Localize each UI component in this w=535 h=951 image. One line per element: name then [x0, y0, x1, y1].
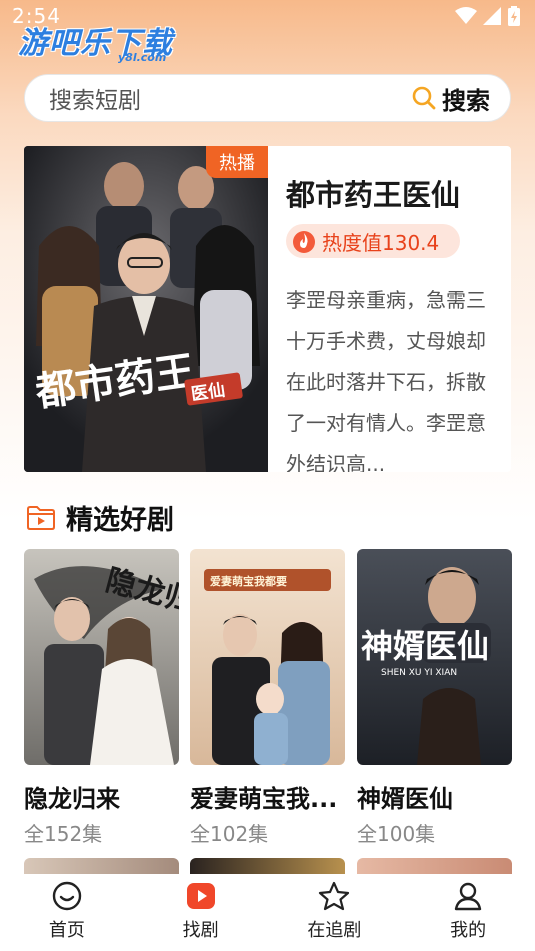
- drama-poster-art: 神婿医仙 SHEN XU YI XIAN: [357, 549, 512, 765]
- flame-icon: [293, 231, 315, 253]
- nav-label: 找剧: [182, 920, 219, 941]
- status-icons: [455, 6, 521, 26]
- drama-title[interactable]: 爱妻萌宝我...: [190, 779, 345, 814]
- drama-poster[interactable]: 神婿医仙 SHEN XU YI XIAN: [357, 549, 512, 765]
- nav-item-find[interactable]: 找剧: [146, 880, 256, 942]
- search-button[interactable]: 搜索: [412, 81, 490, 116]
- drama-poster-art: 隐龙归来: [24, 549, 179, 765]
- profile-icon: [454, 882, 482, 911]
- nav-item-profile[interactable]: 我的: [413, 880, 523, 942]
- bottom-navigation: 首页 找剧 在追剧 我的: [0, 874, 535, 951]
- search-icon: [412, 86, 436, 110]
- nav-item-home[interactable]: 首页: [12, 880, 122, 942]
- drama-poster[interactable]: 隐龙归来: [24, 549, 179, 765]
- watermark-logo: 游吧乐下载 y8l.com: [18, 18, 188, 66]
- featured-poster-art: 都市药王 医仙: [24, 146, 268, 472]
- featured-drama-card[interactable]: 都市药王 医仙 热播 都市药王医仙 热度值130.4 李罡母亲重病，急需三十万手…: [24, 146, 511, 472]
- nav-label: 在追剧: [307, 920, 362, 941]
- search-button-label: 搜索: [442, 86, 490, 115]
- drama-card[interactable]: 隐龙归来 隐龙归来 全152集: [24, 549, 179, 847]
- heat-score-badge: 热度值130.4: [286, 224, 460, 258]
- drama-poster-subtext: SHEN XU YI XIAN: [381, 668, 457, 678]
- search-input[interactable]: 搜索短剧: [49, 81, 141, 115]
- drama-episodes: 全102集: [190, 822, 269, 846]
- folder-play-icon: [27, 505, 55, 530]
- featured-poster[interactable]: 都市药王 医仙 热播: [24, 146, 268, 472]
- drama-title[interactable]: 神婿医仙: [357, 779, 512, 814]
- play-icon: [186, 883, 215, 909]
- hot-badge: 热播: [206, 146, 268, 178]
- watermark-subtext: y8l.com: [118, 51, 167, 64]
- drama-card[interactable]: 神婿医仙 SHEN XU YI XIAN 神婿医仙 全100集: [357, 549, 512, 847]
- search-bar[interactable]: 搜索短剧 搜索: [24, 74, 511, 122]
- drama-poster-art: 爱妻萌宝我都要: [190, 549, 345, 765]
- nav-label: 首页: [48, 920, 85, 941]
- nav-label: 我的: [450, 920, 487, 941]
- drama-poster-text: 神婿医仙: [361, 627, 489, 665]
- nav-item-following[interactable]: 在追剧: [279, 880, 389, 942]
- star-icon: [319, 881, 350, 911]
- featured-section-header: 精选好剧: [26, 498, 174, 537]
- featured-description: 李罡母亲重病，急需三十万手术费，丈母娘却在此时落井下石，拆散了一对有情人。李罡意…: [286, 288, 486, 472]
- drama-poster[interactable]: 爱妻萌宝我都要: [190, 549, 345, 765]
- drama-title[interactable]: 隐龙归来: [24, 779, 179, 814]
- featured-title[interactable]: 都市药王医仙: [286, 172, 460, 214]
- section-title: 精选好剧: [66, 505, 174, 536]
- heat-score: 热度值130.4: [322, 230, 440, 255]
- signal-icon: [483, 7, 501, 25]
- drama-episodes: 全100集: [357, 822, 436, 846]
- drama-card[interactable]: 爱妻萌宝我都要 爱妻萌宝我... 全102集: [190, 549, 345, 847]
- home-icon: [52, 881, 82, 911]
- wifi-icon: [455, 7, 477, 24]
- drama-poster-text: 爱妻萌宝我都要: [210, 574, 287, 588]
- drama-episodes: 全152集: [24, 822, 103, 846]
- battery-icon: [508, 6, 520, 26]
